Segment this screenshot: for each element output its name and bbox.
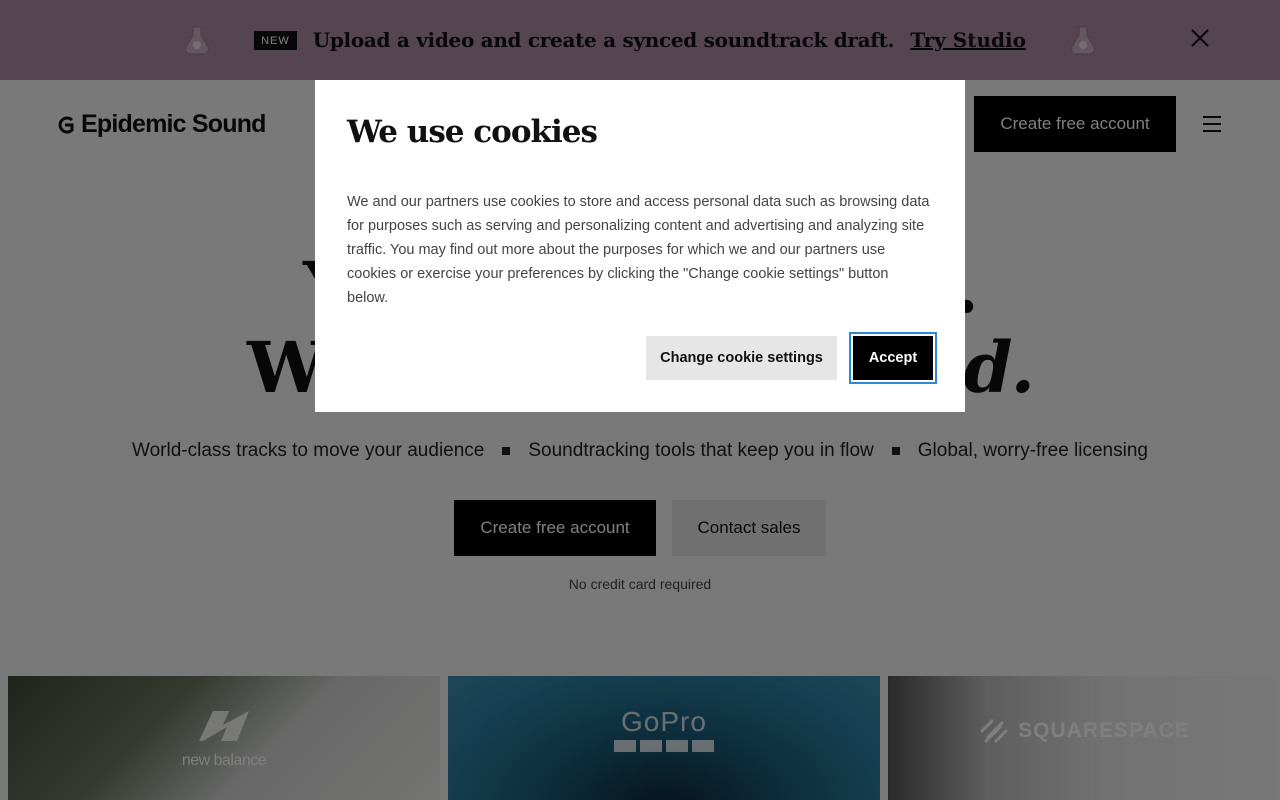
change-cookie-settings-button[interactable]: Change cookie settings xyxy=(646,336,837,380)
cookie-dialog-actions: Change cookie settings Accept xyxy=(646,332,937,384)
cookie-consent-dialog: We use cookies We and our partners use c… xyxy=(315,80,965,412)
cookie-dialog-title: We use cookies xyxy=(347,114,598,150)
accept-cookies-button[interactable]: Accept xyxy=(849,332,937,384)
cookie-dialog-body: We and our partners use cookies to store… xyxy=(347,194,930,306)
